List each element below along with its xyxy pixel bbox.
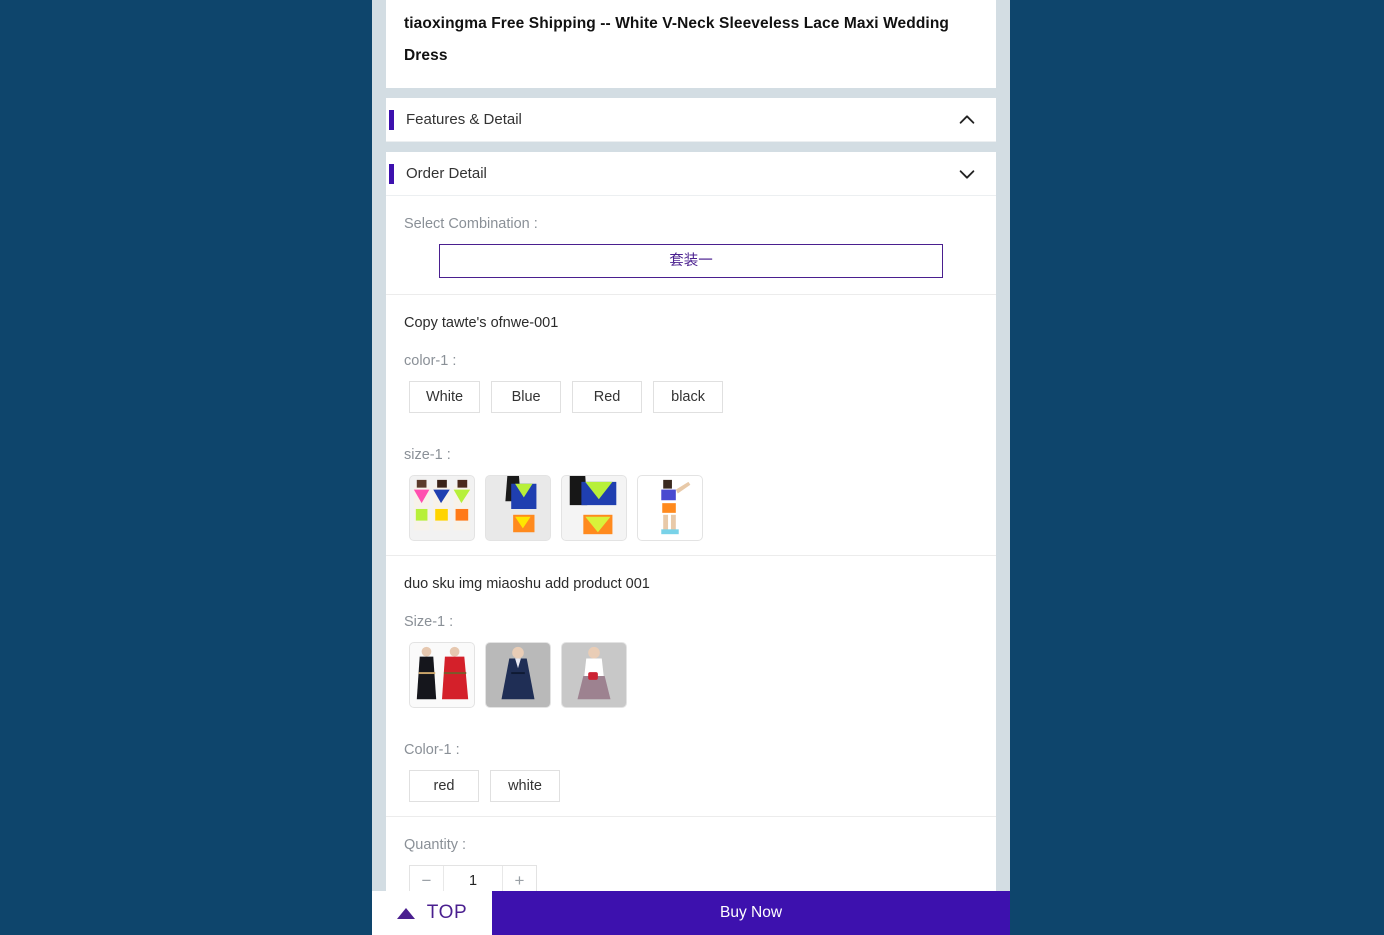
chevron-down-icon[interactable]	[956, 163, 978, 185]
combination-options-row: 套装一	[404, 234, 978, 294]
select-combination-block: Select Combination : 套装一	[386, 196, 996, 294]
scroll-to-top-label: TOP	[426, 902, 468, 923]
product-title-card: tiaoxingma Free Shipping -- White V-Neck…	[386, 0, 996, 88]
sku-group-1: Copy tawte's ofnwe-001 color-1 : White B…	[386, 295, 996, 555]
section-header-order-detail[interactable]: Order Detail	[386, 152, 996, 196]
chevron-up-icon[interactable]	[956, 109, 978, 131]
option-values-size-1-upper	[404, 632, 978, 722]
buy-now-button[interactable]: Buy Now	[492, 891, 1010, 935]
scroll-to-top-button[interactable]: TOP	[372, 891, 492, 935]
option-values-color-1-upper: red white	[404, 760, 978, 816]
combination-option-selected[interactable]: 套装一	[439, 244, 943, 278]
option-values-color-1: White Blue Red black	[404, 371, 978, 427]
option-chip[interactable]: black	[653, 381, 724, 413]
select-combination-label: Select Combination :	[404, 216, 538, 232]
quantity-block: Quantity : − 1 +	[386, 817, 996, 891]
option-label-size-1-upper: Size-1 :	[404, 614, 454, 630]
section-title-order-detail: Order Detail	[406, 165, 487, 182]
accent-bar	[389, 109, 394, 130]
scroll-container[interactable]: tiaoxingma Free Shipping -- White V-Neck…	[386, 0, 996, 891]
dress-navy-thumb[interactable]	[485, 642, 551, 708]
option-values-size-1	[404, 465, 978, 555]
option-chip[interactable]: red	[409, 770, 479, 802]
section-header-features-detail[interactable]: Features & Detail	[386, 98, 996, 142]
dress-black-red-thumb[interactable]	[409, 642, 475, 708]
quantity-decrease-button[interactable]: −	[410, 866, 444, 891]
quantity-increase-button[interactable]: +	[502, 866, 536, 891]
accent-bar	[389, 163, 394, 184]
mobile-viewport-frame: tiaoxingma Free Shipping -- White V-Neck…	[372, 0, 1010, 935]
quantity-stepper[interactable]: − 1 +	[409, 865, 537, 891]
swimwear-trio-thumb[interactable]	[409, 475, 475, 541]
option-chip[interactable]: white	[490, 770, 560, 802]
section-gap	[386, 142, 996, 152]
page-title: tiaoxingma Free Shipping -- White V-Neck…	[404, 15, 949, 64]
option-label-color-1: color-1 :	[404, 353, 457, 369]
swimwear-full-thumb[interactable]	[637, 475, 703, 541]
sku-group-name: Copy tawte's ofnwe-001	[404, 315, 559, 331]
page-root: tiaoxingma Free Shipping -- White V-Neck…	[0, 0, 1384, 935]
option-chip[interactable]: White	[409, 381, 481, 413]
sku-group-2: duo sku img miaoshu add product 001 Size…	[386, 556, 996, 816]
quantity-label: Quantity :	[404, 837, 467, 853]
swimwear-front-thumb[interactable]	[561, 475, 627, 541]
swimwear-side-thumb[interactable]	[485, 475, 551, 541]
section-gap	[386, 88, 996, 98]
quantity-value[interactable]: 1	[444, 866, 502, 891]
option-label-size-1: size-1 :	[404, 447, 451, 463]
dress-skirt-thumb[interactable]	[561, 642, 627, 708]
triangle-up-icon	[396, 907, 415, 919]
bottom-action-bar: TOP Buy Now	[372, 891, 1010, 935]
sku-group-name: duo sku img miaoshu add product 001	[404, 576, 650, 592]
section-title-features-detail: Features & Detail	[406, 111, 522, 128]
option-chip[interactable]: Red	[572, 381, 643, 413]
option-label-color-1-upper: Color-1 :	[404, 742, 460, 758]
option-chip[interactable]: Blue	[491, 381, 562, 413]
quantity-stepper-row: − 1 +	[404, 855, 978, 891]
